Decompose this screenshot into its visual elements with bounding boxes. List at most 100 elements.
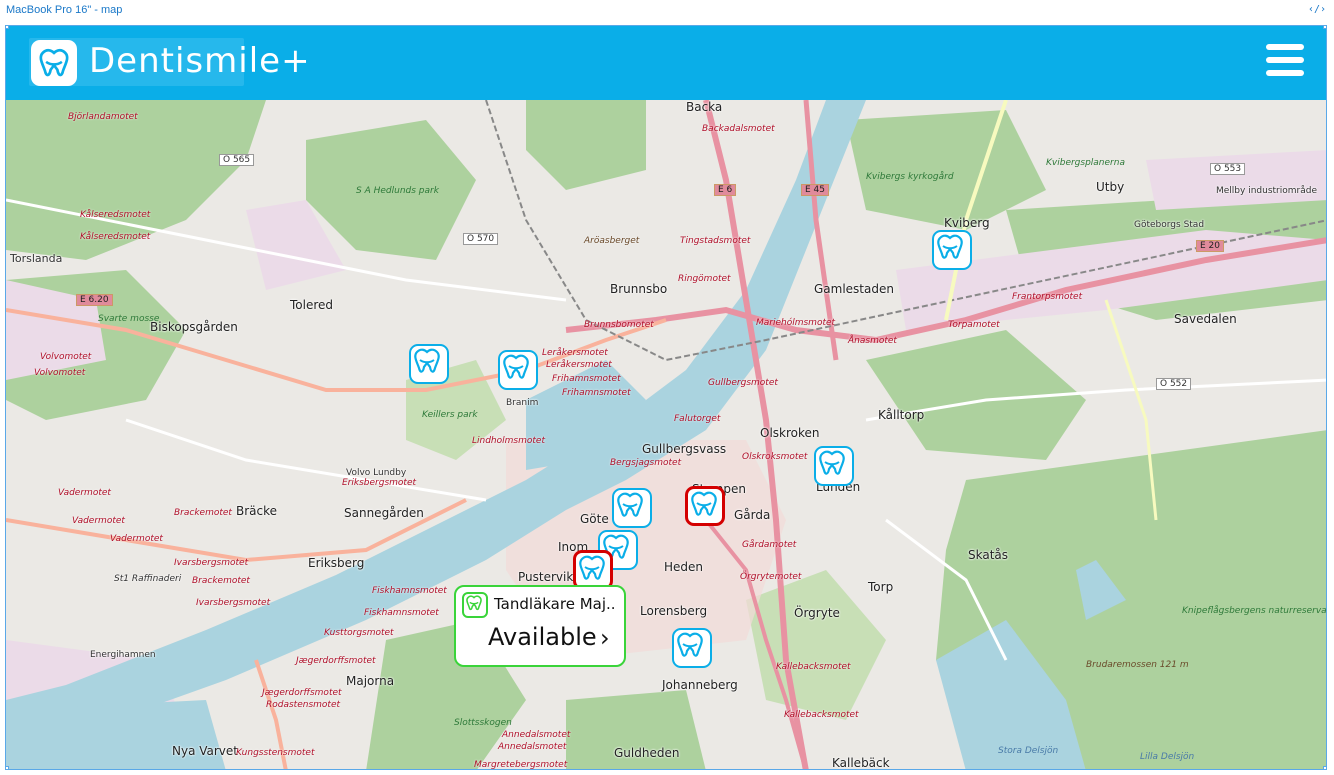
- road-label: Rodastensmotet: [266, 700, 341, 710]
- map-view[interactable]: Backa Brunnsbo Gamlestaden Kviberg Utby …: [6, 100, 1327, 769]
- road-label: Olskroksmotet: [742, 452, 808, 462]
- road-shield: O 565: [219, 154, 255, 166]
- tooth-icon: [617, 492, 643, 517]
- road-shield: O 552: [1156, 378, 1192, 390]
- resize-handle[interactable]: [6, 26, 9, 29]
- road-label: Kålseredsmotet: [80, 210, 151, 220]
- place-label: St1 Raffinaderi: [114, 574, 182, 584]
- road-label: Kallebacksmotet: [776, 662, 851, 672]
- place-label: Biskopsgården: [150, 320, 238, 334]
- place-label: Torslanda: [10, 252, 63, 265]
- road-label: Jægerdorffsmotet: [296, 656, 376, 666]
- clinic-marker[interactable]: [409, 344, 449, 384]
- road-shield: E 6.20: [76, 294, 113, 306]
- clinic-popup[interactable]: Tandläkare Maj.. Available ›: [454, 585, 626, 667]
- app-logo[interactable]: Dentismile+: [29, 38, 310, 86]
- place-label: Slottsskogen: [454, 718, 512, 728]
- place-label: Kviberg: [944, 216, 990, 230]
- place-label: Nya Varvet: [172, 744, 238, 758]
- clinic-marker-selected[interactable]: [685, 486, 725, 526]
- road-label: Aröasberget: [584, 236, 640, 246]
- tooth-icon: [31, 40, 77, 86]
- tooth-icon: [414, 348, 440, 373]
- tooth-icon: [579, 555, 605, 580]
- code-icon[interactable]: ‹/›: [1308, 4, 1326, 15]
- road-label: Falutorget: [674, 414, 721, 424]
- place-label: Kvibergs kyrkogård: [866, 172, 954, 182]
- road-label: Brackemotet: [192, 576, 250, 586]
- road-label: Frantorpsmotet: [1012, 292, 1083, 302]
- road-shield: O 570: [463, 233, 499, 245]
- clinic-marker[interactable]: [814, 446, 854, 486]
- place-label: Pustervik: [518, 570, 574, 584]
- place-label: Skatås: [968, 548, 1009, 562]
- place-label: Lorensberg: [640, 604, 708, 618]
- place-label: Knipeflågsbergens naturreservat: [1182, 606, 1327, 616]
- tooth-icon: [691, 491, 717, 516]
- road-label: Leråkersmotet: [542, 348, 608, 358]
- place-label: Olskroken: [760, 426, 820, 440]
- road-label: Vadermotet: [72, 516, 125, 526]
- road-label: Torpamotet: [948, 320, 1000, 330]
- place-label: Bräcke: [236, 504, 278, 518]
- road-label: Eriksbergsmotet: [342, 478, 417, 488]
- place-label: Stora Delsjön: [998, 746, 1059, 756]
- road-shield: O 553: [1210, 163, 1246, 175]
- place-label: Branim: [506, 398, 539, 408]
- tooth-icon: [677, 632, 703, 657]
- place-label: Mellby industriområde: [1216, 186, 1317, 196]
- road-label: Brunnsbomotet: [584, 320, 654, 330]
- road-label: Kungsstensmotet: [236, 748, 315, 758]
- road-label: Leråkersmotet: [546, 360, 612, 370]
- place-label: Keillers park: [422, 410, 478, 420]
- place-label: Gårda: [734, 508, 771, 522]
- place-label: Eriksberg: [308, 556, 365, 570]
- place-label: Torp: [868, 580, 894, 594]
- tooth-icon: [937, 234, 963, 259]
- resize-handle[interactable]: [6, 766, 9, 769]
- road-label: Fiskhamnsmotet: [372, 586, 447, 596]
- resize-handle[interactable]: [1323, 766, 1326, 769]
- place-label: Backa: [686, 100, 723, 114]
- chevron-right-icon[interactable]: ›: [600, 624, 610, 652]
- availability-status: Available: [488, 623, 597, 651]
- road-label: Kusttorgsmotet: [324, 628, 394, 638]
- road-shield: E 20: [1196, 240, 1224, 252]
- clinic-marker[interactable]: [672, 628, 712, 668]
- road-label: Annedalsmotet: [498, 742, 567, 752]
- artboard: Backa Brunnsbo Gamlestaden Kviberg Utby …: [5, 25, 1327, 770]
- place-label: Lilla Delsjön: [1140, 752, 1195, 762]
- place-label: Volvo Lundby: [346, 468, 407, 478]
- hamburger-menu-icon[interactable]: [1266, 44, 1304, 80]
- place-label: Svarte mosse: [98, 314, 160, 324]
- road-shield: E 45: [801, 184, 829, 196]
- road-label: Vadermotet: [58, 488, 111, 498]
- road-label: Ringömotet: [678, 274, 731, 284]
- road-label: Jægerdorffsmotet: [262, 688, 342, 698]
- place-label: Brunnsbo: [610, 282, 668, 296]
- clinic-marker-selected[interactable]: [573, 550, 613, 590]
- road-shield: E 6: [714, 184, 737, 196]
- place-label: Guldheden: [614, 746, 680, 760]
- place-label: Brudaremossen 121 m: [1086, 660, 1189, 670]
- resize-handle[interactable]: [1323, 26, 1326, 29]
- road-label: Bergsjagsmotet: [610, 458, 682, 468]
- road-label: Fiskhamnsmotet: [364, 608, 439, 618]
- clinic-marker[interactable]: [498, 350, 538, 390]
- place-label: Kålltorp: [878, 408, 925, 422]
- clinic-marker[interactable]: [612, 488, 652, 528]
- road-label: Ivarsbergsmotet: [196, 598, 271, 608]
- place-label: Energihamnen: [90, 650, 156, 660]
- road-label: Örgrytemotet: [740, 572, 802, 582]
- place-label: Johanneberg: [662, 678, 738, 692]
- road-label: Göteborgs Stad: [1134, 220, 1205, 230]
- road-label: Vadermotet: [110, 534, 163, 544]
- app-header: Dentismile+: [6, 26, 1326, 100]
- place-label: Tolered: [290, 298, 334, 312]
- tooth-icon: [819, 450, 845, 475]
- clinic-marker[interactable]: [932, 230, 972, 270]
- place-label: Gullbergsvass: [642, 442, 727, 456]
- road-label: Ivarsbergsmotet: [174, 558, 249, 568]
- place-label: Gamlestaden: [814, 282, 894, 296]
- road-label: Kålseredsmotet: [80, 232, 151, 242]
